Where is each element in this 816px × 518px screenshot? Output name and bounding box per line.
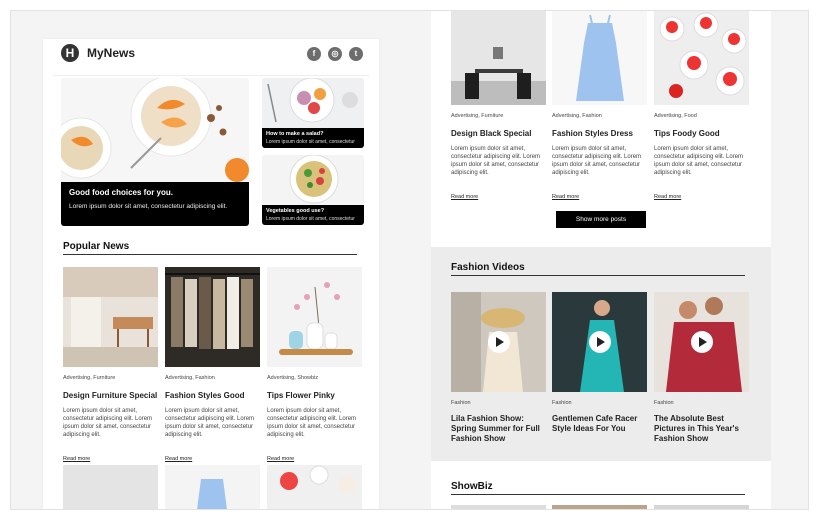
side-caption: Vegetables good use? Lorem ipsum dolor s…	[262, 205, 364, 225]
side-title[interactable]: Vegetables good use?	[266, 208, 360, 214]
video-category: Fashion	[451, 400, 471, 406]
video-category: Fashion	[654, 400, 674, 406]
card-image	[552, 505, 647, 509]
read-more-link[interactable]: Read more	[165, 456, 192, 462]
video-card[interactable]: Fashion The Absolute Best Pictures in Th…	[654, 292, 749, 444]
fashion-videos-underline	[451, 275, 745, 276]
play-icon[interactable]	[691, 331, 713, 353]
newsletter-header: H MyNews f ◎ t	[43, 39, 379, 77]
side-text: Lorem ipsum dolor sit amet, consectetur	[266, 139, 355, 145]
card-title[interactable]: Design Furniture Special	[63, 391, 158, 401]
video-card[interactable]: Fashion Gentlemen Cafe Racer Style Ideas…	[552, 292, 647, 434]
video-category: Fashion	[552, 400, 572, 406]
hero-card[interactable]: Good food choices for you. Lorem ipsum d…	[61, 78, 249, 226]
card-text: Lorem ipsum dolor sit amet, consectetur …	[552, 146, 642, 176]
card-image	[63, 465, 158, 509]
hero-image	[61, 78, 249, 182]
read-more-link[interactable]: Read more	[451, 194, 478, 200]
card-text: Lorem ipsum dolor sit amet, consectetur …	[451, 146, 541, 176]
side-card-salad[interactable]: How to make a salad? Lorem ipsum dolor s…	[262, 78, 364, 148]
card-title[interactable]: Design Black Special	[451, 129, 546, 139]
video-thumbnail	[451, 292, 546, 392]
card-category: Advertising, Furniture	[451, 113, 504, 119]
card-title[interactable]: Fashion Styles Dress	[552, 129, 647, 139]
card-category: Advertising, Food	[654, 113, 697, 119]
facebook-icon[interactable]: f	[307, 47, 321, 61]
card-image	[165, 267, 260, 367]
card-text: Lorem ipsum dolor sit amet, consectetur …	[63, 408, 153, 438]
news-card[interactable]: Advertising, Furniture Design Furniture …	[63, 267, 158, 465]
side-card-vegetables[interactable]: Vegetables good use? Lorem ipsum dolor s…	[262, 155, 364, 225]
video-title[interactable]: The Absolute Best Pictures in This Year'…	[654, 414, 749, 444]
twitter-icon[interactable]: t	[349, 47, 363, 61]
news-card[interactable]: Advertising, Fashion Fashion Styles Dres…	[552, 11, 647, 203]
showbiz-underline	[451, 494, 745, 495]
card-text: Lorem ipsum dolor sit amet, consectetur …	[165, 408, 255, 438]
newsletter-left: H MyNews f ◎ t Good food choices for you…	[43, 39, 379, 509]
side-text: Lorem ipsum dolor sit amet, consectetur	[266, 216, 355, 222]
hero-caption: Good food choices for you. Lorem ipsum d…	[61, 182, 249, 226]
news-card[interactable]: Advertising, Fashion Fashion Styles Good…	[165, 267, 260, 465]
card-image	[165, 465, 260, 509]
video-title[interactable]: Lila Fashion Show: Spring Summer for Ful…	[451, 414, 546, 444]
card-title[interactable]: Tips Foody Good	[654, 129, 749, 139]
brand-name: MyNews	[87, 46, 136, 60]
play-icon[interactable]	[589, 331, 611, 353]
card-image	[451, 11, 546, 105]
hero-text: Lorem ipsum dolor sit amet, consectetur …	[69, 203, 228, 210]
read-more-link[interactable]: Read more	[267, 456, 294, 462]
video-thumbnail	[552, 292, 647, 392]
vegetables-image	[262, 155, 364, 205]
card-image	[552, 11, 647, 105]
card-title[interactable]: Fashion Styles Good	[165, 391, 260, 401]
news-card[interactable]: Advertising, Furniture Design Black Spec…	[451, 11, 546, 203]
instagram-icon[interactable]: ◎	[328, 47, 342, 61]
video-thumbnail	[654, 292, 749, 392]
preview-frame: H MyNews f ◎ t Good food choices for you…	[10, 10, 809, 510]
read-more-link[interactable]: Read more	[552, 194, 579, 200]
popular-news-underline	[63, 254, 357, 255]
header-divider	[53, 75, 369, 76]
card-category: Advertising, Fashion	[552, 113, 602, 119]
read-more-link[interactable]: Read more	[654, 194, 681, 200]
show-more-button[interactable]: Show more posts	[556, 211, 646, 228]
card-image	[267, 465, 362, 509]
card-category: Advertising, Furniture	[63, 375, 116, 381]
card-image	[63, 267, 158, 367]
card-image	[654, 11, 749, 105]
video-title[interactable]: Gentlemen Cafe Racer Style Ideas For You	[552, 414, 647, 434]
logo-icon: H	[61, 44, 79, 62]
news-card[interactable]: Advertising, Showbiz Tips Flower Pinky L…	[267, 267, 362, 465]
popular-news-title: Popular News	[63, 241, 130, 252]
read-more-link[interactable]: Read more	[63, 456, 90, 462]
salad-image	[262, 78, 364, 128]
card-image	[267, 267, 362, 367]
side-title[interactable]: How to make a salad?	[266, 131, 360, 137]
card-category: Advertising, Showbiz	[267, 375, 319, 381]
card-image	[654, 505, 749, 509]
card-image	[451, 505, 546, 509]
card-title[interactable]: Tips Flower Pinky	[267, 391, 362, 401]
card-category: Advertising, Fashion	[165, 375, 215, 381]
hero-title[interactable]: Good food choices for you.	[69, 188, 241, 197]
newsletter-right: Advertising, Furniture Design Black Spec…	[431, 11, 771, 509]
card-text: Lorem ipsum dolor sit amet, consectetur …	[654, 146, 744, 176]
fashion-videos-title: Fashion Videos	[451, 262, 525, 273]
showbiz-title: ShowBiz	[451, 481, 493, 492]
card-text: Lorem ipsum dolor sit amet, consectetur …	[267, 408, 357, 438]
play-icon[interactable]	[488, 331, 510, 353]
news-card[interactable]: Advertising, Food Tips Foody Good Lorem …	[654, 11, 749, 203]
video-card[interactable]: Fashion Lila Fashion Show: Spring Summer…	[451, 292, 546, 444]
side-caption: How to make a salad? Lorem ipsum dolor s…	[262, 128, 364, 148]
